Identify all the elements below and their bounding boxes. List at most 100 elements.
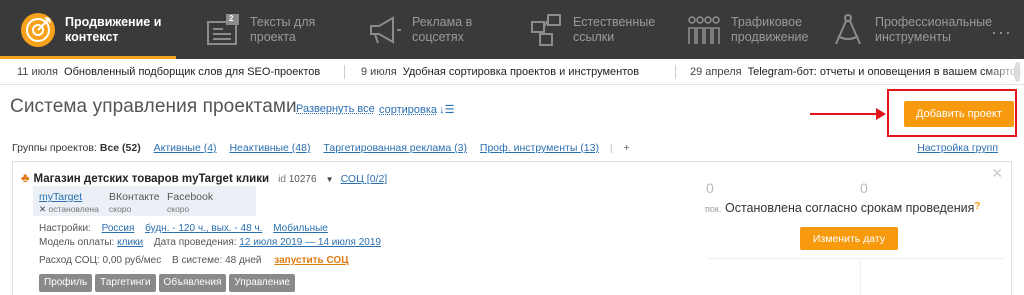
expand-all-link[interactable]: Развернуть все [296, 103, 375, 115]
platform-list: myTarget ✕ остановлена ВКонтакте скоро F… [33, 186, 256, 216]
group-all[interactable]: Все (52) [100, 142, 141, 154]
groups-label: Группы проектов: [12, 142, 97, 154]
tab-ads[interactable]: Объявления [158, 274, 227, 292]
news-item[interactable]: 29 апреля Telegram-бот: отчеты и оповещен… [690, 66, 1024, 78]
nav-item-label: Тексты для проекта [250, 14, 316, 44]
platform-name: ВКонтакте [109, 191, 160, 203]
in-system-text: В системе: 48 дней [172, 255, 262, 266]
platform-name: Facebook [167, 191, 214, 203]
annotation-arrow [810, 113, 882, 115]
nav-item-natural-links[interactable]: Естественные ссылки [528, 0, 678, 59]
stat-value: 0 [860, 180, 868, 196]
project-groups-bar: Группы проектов: Все (52) Активные (4) Не… [12, 142, 630, 154]
nav-item-label: Естественные ссылки [573, 14, 656, 44]
annotation-arrow-head [876, 108, 886, 120]
payment-line: Модель оплаты: клики Дата проведения: 12… [39, 237, 381, 248]
top-navigation: Продвижение и контекст 2 Тексты для прое… [0, 0, 1024, 59]
platform-status-text: остановлена [48, 204, 99, 214]
add-group-button[interactable]: + [624, 142, 630, 154]
text-document-icon: 2 [205, 12, 241, 48]
sort-label: сортировка [379, 104, 438, 116]
platform-facebook: Facebook скоро [167, 191, 213, 215]
status-text: Остановлена согласно срокам проведения [725, 201, 975, 215]
page-title: Система управления проектами [10, 96, 297, 117]
tab-profile[interactable]: Профиль [39, 274, 93, 292]
news-text: Telegram-бот: отчеты и оповещения в ваше… [747, 66, 1024, 78]
chevron-down-icon[interactable]: ▼ [326, 175, 334, 184]
nav-item-texts[interactable]: 2 Тексты для проекта [205, 0, 355, 59]
compass-icon [830, 12, 866, 48]
project-name[interactable]: Магазин детских товаров myTarget клики [34, 173, 270, 185]
spend-text: Расход СОЦ: 0,00 руб/мес [39, 255, 162, 266]
settings-label: Настройки: [39, 223, 91, 234]
link-blocks-icon [528, 12, 564, 48]
settings-line: Настройки: Россия будн. - 120 ч., вых. -… [39, 223, 328, 234]
nav-item-pro-tools[interactable]: Профессиональные инструменты [830, 0, 993, 59]
platform-name[interactable]: myTarget [39, 191, 82, 203]
ticker-divider [344, 65, 345, 79]
project-id-label: id [278, 174, 286, 185]
ticker-divider [675, 65, 676, 79]
sort-icon: ↓☰ [439, 104, 455, 116]
nav-item-traffic[interactable]: Трафиковое продвижение [686, 0, 836, 59]
nav-item-label: Реклама в соцсетях [412, 14, 473, 44]
project-id: id 10276 [278, 174, 316, 185]
news-item[interactable]: 11 июля Обновленный подборщик слов для SE… [17, 66, 320, 78]
change-date-button[interactable]: Изменить дату [800, 227, 898, 250]
megaphone-icon [367, 12, 403, 48]
news-item[interactable]: 9 июля Удобная сортировка проектов и инст… [361, 66, 639, 78]
target-icon [20, 12, 56, 48]
news-date: 11 июля [17, 66, 59, 78]
project-id-value: 10276 [288, 174, 317, 185]
platform-status: скоро [167, 204, 190, 214]
nav-item-label: Трафиковое продвижение [731, 14, 809, 44]
sort-link[interactable]: сортировка ↓☰ [379, 103, 454, 116]
platform-status: ✕ остановлена [39, 203, 99, 215]
notification-badge: 2 [229, 13, 234, 23]
more-menu-icon[interactable]: ··· [991, 22, 1012, 43]
dates-label: Дата проведения: [153, 237, 237, 248]
soc-link[interactable]: СОЦ [0/2] [341, 173, 388, 185]
people-crowd-icon [686, 12, 722, 48]
news-date: 9 июля [361, 66, 397, 78]
project-status: Остановлена согласно срокам проведения? [725, 201, 981, 215]
news-text: Обновленный подборщик слов для SEO-проек… [64, 66, 321, 78]
stopped-icon: ✕ [39, 204, 47, 214]
news-ticker: 11 июля Обновленный подборщик слов для SE… [0, 59, 1024, 85]
news-date: 29 апреля [690, 66, 742, 78]
add-project-button[interactable]: Добавить проект [904, 101, 1014, 127]
platform-vkontakte: ВКонтакте скоро [109, 191, 160, 215]
close-icon[interactable]: ✕ [991, 165, 1003, 182]
nav-item-social-ads[interactable]: Реклама в соцсетях [367, 0, 517, 59]
setting-devices-link[interactable]: Мобильные [273, 223, 328, 234]
spend-line: Расход СОЦ: 0,00 руб/мес В системе: 48 д… [39, 255, 349, 266]
group-inactive[interactable]: Неактивные (48) [229, 142, 310, 154]
group-settings-link[interactable]: Настройка групп [917, 142, 998, 154]
launch-soc-link[interactable]: запустить СОЦ [274, 255, 348, 266]
nav-item-label: Профессиональные инструменты [875, 14, 993, 44]
news-text: Удобная сортировка проектов и инструмент… [402, 66, 640, 78]
payment-label: Модель оплаты: [39, 237, 115, 248]
group-targeted-ads[interactable]: Таргетированная реклама (3) [323, 142, 467, 154]
groups-divider: | [609, 142, 613, 154]
stat-value: 0 [706, 180, 714, 196]
dates-link[interactable]: 12 июля 2019 — 14 июля 2019 [239, 237, 381, 248]
nav-item-promotion[interactable]: Продвижение и контекст [0, 0, 176, 59]
tab-management[interactable]: Управление [229, 274, 295, 292]
group-pro-tools[interactable]: Проф. инструменты (13) [480, 142, 599, 154]
nav-item-label: Продвижение и контекст [65, 14, 162, 44]
payment-model-link[interactable]: клики [117, 237, 143, 248]
group-active[interactable]: Активные (4) [154, 142, 217, 154]
project-tabs: Профиль Таргетинги Объявления Управление [39, 274, 295, 292]
ticker-scrollbar[interactable] [1015, 62, 1020, 82]
platform-status: скоро [109, 204, 132, 214]
divider [708, 258, 1004, 259]
setting-schedule-link[interactable]: будн. - 120 ч., вых. - 48 ч. [145, 223, 262, 234]
tab-targeting[interactable]: Таргетинги [95, 274, 156, 292]
project-header: ♣ Магазин детских товаров myTarget клики … [21, 170, 387, 185]
setting-region-link[interactable]: Россия [102, 223, 135, 234]
platform-mytarget[interactable]: myTarget ✕ остановлена [39, 191, 99, 215]
help-icon[interactable]: ? [974, 201, 980, 212]
divider [860, 259, 861, 295]
project-type-icon: ♣ [21, 170, 30, 185]
